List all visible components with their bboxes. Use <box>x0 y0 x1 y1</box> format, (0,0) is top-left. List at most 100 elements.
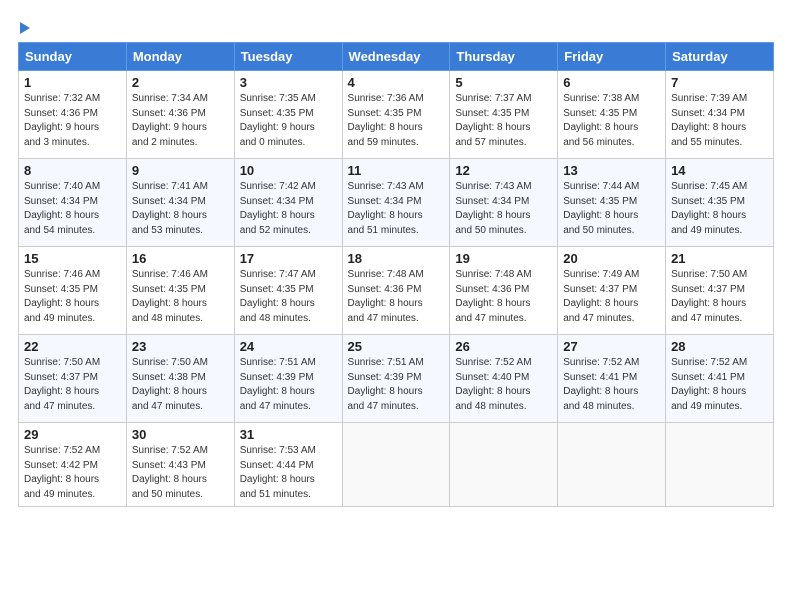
day-info: Sunrise: 7:45 AMSunset: 4:35 PMDaylight:… <box>671 180 768 238</box>
daylight-label: Daylight: 8 hours <box>132 386 207 397</box>
day-number: 15 <box>24 251 121 266</box>
daylight-label: Daylight: 8 hours <box>240 386 315 397</box>
day-number: 31 <box>240 427 337 442</box>
calendar-cell: 1Sunrise: 7:32 AMSunset: 4:36 PMDaylight… <box>19 71 127 159</box>
calendar-cell: 19Sunrise: 7:48 AMSunset: 4:36 PMDayligh… <box>450 247 558 335</box>
daylight-label: Daylight: 8 hours <box>455 210 530 221</box>
daylight-label: Daylight: 8 hours <box>132 298 207 309</box>
daylight-minutes: and 53 minutes. <box>132 225 203 236</box>
weekday-header: Tuesday <box>234 43 342 71</box>
calendar-cell: 31 Sunrise: 7:53 AMSunset: 4:44 PMDayligh… <box>234 423 342 507</box>
calendar-cell: 25Sunrise: 7:51 AMSunset: 4:39 PMDayligh… <box>342 335 450 423</box>
day-info: Sunrise: 7:43 AMSunset: 4:34 PMDaylight:… <box>455 180 552 238</box>
calendar-cell: 2Sunrise: 7:34 AMSunset: 4:36 PMDaylight… <box>126 71 234 159</box>
header <box>18 18 774 34</box>
day-number: 9 <box>132 163 229 178</box>
day-info: Sunrise: 7:46 AMSunset: 4:35 PMDaylight:… <box>24 268 121 326</box>
day-info: Sunrise: 7:36 AMSunset: 4:35 PMDaylight:… <box>348 92 445 150</box>
day-number: 12 <box>455 163 552 178</box>
calendar-cell: 26Sunrise: 7:52 AMSunset: 4:40 PMDayligh… <box>450 335 558 423</box>
calendar-cell: 22Sunrise: 7:50 AMSunset: 4:37 PMDayligh… <box>19 335 127 423</box>
daylight-minutes: and 47 minutes. <box>348 401 419 412</box>
daylight-label: Daylight: 8 hours <box>132 210 207 221</box>
weekday-header-row: SundayMondayTuesdayWednesdayThursdayFrid… <box>19 43 774 71</box>
weekday-header: Thursday <box>450 43 558 71</box>
daylight-minutes: and 51 minutes. <box>348 225 419 236</box>
calendar-cell: 24Sunrise: 7:51 AMSunset: 4:39 PMDayligh… <box>234 335 342 423</box>
daylight-label: Daylight: 8 hours <box>132 474 207 485</box>
day-info: Sunrise: 7:37 AMSunset: 4:35 PMDaylight:… <box>455 92 552 150</box>
day-number: 29 <box>24 427 121 442</box>
calendar-cell: 8 Sunrise: 7:40 AMSunset: 4:34 PMDaylight… <box>19 159 127 247</box>
day-number: 2 <box>132 75 229 90</box>
weekday-header: Saturday <box>666 43 774 71</box>
daylight-minutes: and 56 minutes. <box>563 137 634 148</box>
daylight-label: Daylight: 8 hours <box>563 122 638 133</box>
day-number: 17 <box>240 251 337 266</box>
day-number: 5 <box>455 75 552 90</box>
daylight-label: Daylight: 8 hours <box>24 298 99 309</box>
daylight-minutes: and 47 minutes. <box>24 401 95 412</box>
calendar-week-row: 8 Sunrise: 7:40 AMSunset: 4:34 PMDaylight… <box>19 159 774 247</box>
calendar-cell <box>558 423 666 507</box>
calendar-cell: 11Sunrise: 7:43 AMSunset: 4:34 PMDayligh… <box>342 159 450 247</box>
daylight-label: Daylight: 8 hours <box>348 386 423 397</box>
daylight-minutes: and 47 minutes. <box>563 313 634 324</box>
weekday-header: Sunday <box>19 43 127 71</box>
daylight-minutes: and 59 minutes. <box>348 137 419 148</box>
calendar-cell: 3Sunrise: 7:35 AMSunset: 4:35 PMDaylight… <box>234 71 342 159</box>
logo-arrow-icon <box>20 22 30 34</box>
day-info: Sunrise: 7:38 AMSunset: 4:35 PMDaylight:… <box>563 92 660 150</box>
calendar-cell: 20 Sunrise: 7:49 AMSunset: 4:37 PMDayligh… <box>558 247 666 335</box>
daylight-label: Daylight: 8 hours <box>348 298 423 309</box>
daylight-minutes: and 50 minutes. <box>455 225 526 236</box>
day-info: Sunrise: 7:53 AMSunset: 4:44 PMDaylight:… <box>240 444 337 502</box>
day-number: 26 <box>455 339 552 354</box>
daylight-label: Daylight: 8 hours <box>348 210 423 221</box>
day-number: 21 <box>671 251 768 266</box>
day-info: Sunrise: 7:49 AMSunset: 4:37 PMDaylight:… <box>563 268 660 326</box>
calendar-cell <box>666 423 774 507</box>
calendar-cell: 23Sunrise: 7:50 AMSunset: 4:38 PMDayligh… <box>126 335 234 423</box>
calendar-cell: 4 Sunrise: 7:36 AMSunset: 4:35 PMDaylight… <box>342 71 450 159</box>
day-number: 14 <box>671 163 768 178</box>
day-info: Sunrise: 7:41 AMSunset: 4:34 PMDaylight:… <box>132 180 229 238</box>
calendar-cell: 16Sunrise: 7:46 AMSunset: 4:35 PMDayligh… <box>126 247 234 335</box>
day-number: 23 <box>132 339 229 354</box>
day-info: Sunrise: 7:40 AMSunset: 4:34 PMDaylight:… <box>24 180 121 238</box>
calendar-cell: 13 Sunrise: 7:44 AMSunset: 4:35 PMDayligh… <box>558 159 666 247</box>
day-info: Sunrise: 7:44 AMSunset: 4:35 PMDaylight:… <box>563 180 660 238</box>
day-number: 6 <box>563 75 660 90</box>
daylight-minutes: and 0 minutes. <box>240 137 306 148</box>
calendar-page: SundayMondayTuesdayWednesdayThursdayFrid… <box>0 0 792 517</box>
calendar-cell <box>342 423 450 507</box>
calendar-cell <box>450 423 558 507</box>
day-info: Sunrise: 7:39 AMSunset: 4:34 PMDaylight:… <box>671 92 768 150</box>
daylight-minutes: and 52 minutes. <box>240 225 311 236</box>
day-number: 28 <box>671 339 768 354</box>
daylight-minutes: and 48 minutes. <box>132 313 203 324</box>
daylight-label: Daylight: 9 hours <box>24 122 99 133</box>
day-number: 20 <box>563 251 660 266</box>
calendar-week-row: 15 Sunrise: 7:46 AMSunset: 4:35 PMDayligh… <box>19 247 774 335</box>
daylight-minutes: and 47 minutes. <box>240 401 311 412</box>
daylight-minutes: and 50 minutes. <box>132 489 203 500</box>
day-number: 13 <box>563 163 660 178</box>
daylight-label: Daylight: 8 hours <box>671 386 746 397</box>
day-info: Sunrise: 7:52 AMSunset: 4:41 PMDaylight:… <box>563 356 660 414</box>
daylight-minutes: and 54 minutes. <box>24 225 95 236</box>
calendar-cell: 17Sunrise: 7:47 AMSunset: 4:35 PMDayligh… <box>234 247 342 335</box>
daylight-label: Daylight: 8 hours <box>671 210 746 221</box>
day-number: 8 <box>24 163 121 178</box>
calendar-cell: 27Sunrise: 7:52 AMSunset: 4:41 PMDayligh… <box>558 335 666 423</box>
day-number: 4 <box>348 75 445 90</box>
day-info: Sunrise: 7:42 AMSunset: 4:34 PMDaylight:… <box>240 180 337 238</box>
daylight-minutes: and 2 minutes. <box>132 137 198 148</box>
daylight-label: Daylight: 8 hours <box>348 122 423 133</box>
day-number: 22 <box>24 339 121 354</box>
weekday-header: Wednesday <box>342 43 450 71</box>
day-info: Sunrise: 7:35 AMSunset: 4:35 PMDaylight:… <box>240 92 337 150</box>
calendar-week-row: 22Sunrise: 7:50 AMSunset: 4:37 PMDayligh… <box>19 335 774 423</box>
daylight-label: Daylight: 8 hours <box>455 386 530 397</box>
day-info: Sunrise: 7:32 AMSunset: 4:36 PMDaylight:… <box>24 92 121 150</box>
